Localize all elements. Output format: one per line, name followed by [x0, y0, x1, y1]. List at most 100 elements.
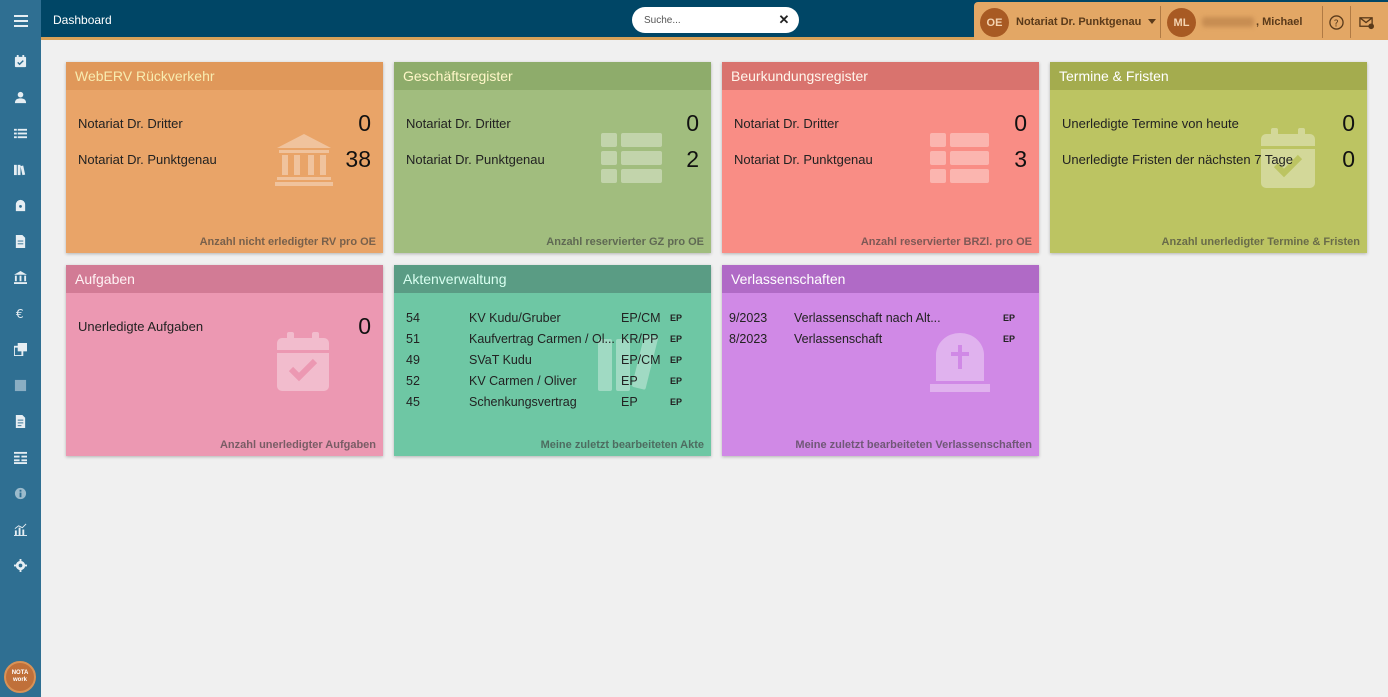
- akte-kuerzel: EP/CM: [621, 353, 661, 367]
- safe-icon[interactable]: [0, 193, 41, 217]
- akte-name: Schenkungsvertrag: [469, 395, 577, 409]
- notawork-logo[interactable]: NOTA work: [4, 661, 36, 693]
- akte-name: Kaufvertrag Carmen / Ol...: [469, 332, 615, 346]
- akte-badge: EP: [670, 397, 683, 407]
- card-beurkundungsregister[interactable]: Beurkundungsregister Notariat Dr. Dritte…: [722, 62, 1039, 253]
- akte-nr: 54: [406, 311, 420, 325]
- org-selector[interactable]: Notariat Dr. Punktgenau: [1016, 16, 1141, 28]
- card-aktenverwaltung[interactable]: Aktenverwaltung 54 KV Kudu/Gruber EP/CM …: [394, 265, 711, 456]
- verl-name: Verlassenschaft: [794, 332, 883, 346]
- user-name[interactable]: , Michael: [1202, 16, 1302, 28]
- table-icon: [601, 133, 662, 183]
- card-footer: Meine zuletzt bearbeiteten Verlassenscha…: [795, 439, 1032, 451]
- sidebar: € NOTA work: [0, 0, 41, 697]
- list-item[interactable]: 51 Kaufvertrag Carmen / Ol... KR/PP EP: [394, 329, 711, 350]
- card-weberv[interactable]: WebERV Rückverkehr Notariat Dr. Dritter …: [66, 62, 383, 253]
- card-footer: Anzahl nicht erledigter RV pro OE: [199, 236, 376, 248]
- chevron-down-icon[interactable]: [1148, 19, 1156, 24]
- user-icon[interactable]: [0, 85, 41, 109]
- clear-search-icon[interactable]: ✕: [776, 12, 792, 28]
- akte-badge: EP: [670, 376, 683, 386]
- card-footer: Anzahl reservierter GZ pro OE: [546, 236, 704, 248]
- card-verlassenschaften[interactable]: Verlassenschaften 9/2023 Verlassenschaft…: [722, 265, 1039, 456]
- row-label: Unerledigte Fristen der nächsten 7 Tage: [1062, 152, 1294, 167]
- search-input[interactable]: [644, 12, 764, 28]
- row-value[interactable]: 3: [1014, 146, 1027, 173]
- card-footer: Meine zuletzt bearbeiteten Akte: [540, 439, 704, 451]
- verl-nr: 8/2023: [729, 332, 768, 346]
- mail-icon[interactable]: [1357, 13, 1375, 31]
- list-item[interactable]: 52 KV Carmen / Oliver EP EP: [394, 371, 711, 392]
- row-value[interactable]: 0: [1014, 110, 1027, 137]
- books-icon[interactable]: [0, 157, 41, 181]
- akte-badge: EP: [670, 334, 683, 344]
- verl-nr: 9/2023: [729, 311, 768, 325]
- akte-kuerzel: EP/CM: [621, 311, 661, 325]
- akte-nr: 45: [406, 395, 420, 409]
- help-icon[interactable]: ?: [1327, 13, 1345, 31]
- row-value[interactable]: 0: [1342, 146, 1355, 173]
- copy-icon[interactable]: [0, 337, 41, 361]
- row-label: Notariat Dr. Dritter: [406, 116, 511, 131]
- divider: [1160, 6, 1161, 38]
- list-item[interactable]: 45 Schenkungsvertrag EP EP: [394, 392, 711, 413]
- card-geschaeftsregister[interactable]: Geschäftsregister Notariat Dr. Dritter 0…: [394, 62, 711, 253]
- blurred-name: [1202, 17, 1254, 28]
- user-area: OE Notariat Dr. Punktgenau ML , Michael …: [974, 2, 1388, 40]
- divider: [1350, 6, 1351, 38]
- accounts-icon[interactable]: [0, 445, 41, 469]
- chart-icon[interactable]: [0, 517, 41, 541]
- row-label: Notariat Dr. Dritter: [734, 116, 839, 131]
- calendar-check-icon[interactable]: [0, 49, 41, 73]
- row-value[interactable]: 0: [686, 110, 699, 137]
- card-title: Beurkundungsregister: [722, 62, 1039, 90]
- info-icon[interactable]: [0, 481, 41, 505]
- svg-text:?: ?: [1333, 18, 1338, 29]
- list-item[interactable]: 9/2023 Verlassenschaft nach Alt... EP: [722, 308, 1039, 329]
- row-value[interactable]: 2: [686, 146, 699, 173]
- table-icon: [930, 133, 989, 183]
- user-name-text: , Michael: [1256, 16, 1303, 28]
- akte-nr: 49: [406, 353, 420, 367]
- card-footer: Anzahl unerledigter Termine & Fristen: [1161, 236, 1360, 248]
- bank-icon[interactable]: [0, 265, 41, 289]
- card-title: Geschäftsregister: [394, 62, 711, 90]
- row-value[interactable]: 0: [358, 313, 371, 340]
- row-label: Notariat Dr. Punktgenau: [734, 152, 873, 167]
- list-icon[interactable]: [0, 121, 41, 145]
- akte-kuerzel: EP: [621, 374, 638, 388]
- menu-toggle-icon[interactable]: [0, 0, 41, 42]
- card-termine-fristen[interactable]: Termine & Fristen Unerledigte Termine vo…: [1050, 62, 1367, 253]
- list-item[interactable]: 8/2023 Verlassenschaft EP: [722, 329, 1039, 350]
- akte-nr: 52: [406, 374, 420, 388]
- user-avatar[interactable]: ML: [1167, 8, 1196, 37]
- verl-badge: EP: [1003, 313, 1016, 323]
- card-title: Aufgaben: [66, 265, 383, 293]
- card-title: Verlassenschaften: [722, 265, 1039, 293]
- euro-icon[interactable]: €: [0, 301, 41, 325]
- card-title: Termine & Fristen: [1050, 62, 1367, 90]
- list-item[interactable]: 49 SVaT Kudu EP/CM EP: [394, 350, 711, 371]
- akte-badge: EP: [670, 313, 683, 323]
- verl-badge: EP: [1003, 334, 1016, 344]
- document-icon[interactable]: [0, 229, 41, 253]
- row-value[interactable]: 38: [345, 146, 371, 173]
- row-value[interactable]: 0: [358, 110, 371, 137]
- akte-kuerzel: KR/PP: [621, 332, 659, 346]
- bank-icon: [275, 134, 333, 186]
- divider: [1322, 6, 1323, 38]
- file-text-icon[interactable]: [0, 409, 41, 433]
- org-avatar[interactable]: OE: [980, 8, 1009, 37]
- gear-icon[interactable]: [0, 553, 41, 577]
- akte-name: KV Kudu/Gruber: [469, 311, 561, 325]
- page-title: Dashboard: [53, 13, 112, 27]
- row-value[interactable]: 0: [1342, 110, 1355, 137]
- list-item[interactable]: 54 KV Kudu/Gruber EP/CM EP: [394, 308, 711, 329]
- card-aufgaben[interactable]: Aufgaben Unerledigte Aufgaben 0 Anzahl u…: [66, 265, 383, 456]
- verl-name: Verlassenschaft nach Alt...: [794, 311, 941, 325]
- logo-text-bottom: work: [12, 677, 27, 683]
- akte-name: KV Carmen / Oliver: [469, 374, 577, 388]
- row-label: Notariat Dr. Punktgenau: [406, 152, 545, 167]
- card-footer: Anzahl unerledigter Aufgaben: [219, 439, 376, 451]
- square-icon[interactable]: [0, 373, 41, 397]
